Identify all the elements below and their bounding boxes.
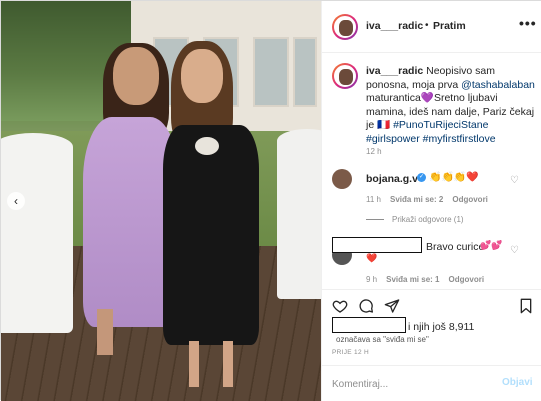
more-horizontal-icon[interactable]: •••: [519, 15, 537, 31]
reply-button[interactable]: Odgovori: [448, 275, 484, 284]
instagram-post-window: ‹ iva___radic • Pratim ••• iva___radic N…: [0, 0, 541, 401]
comment-emoji-text: 💕💕: [480, 240, 503, 250]
post-timestamp[interactable]: PRIJE 12 H: [332, 349, 369, 356]
post-comment-button[interactable]: Objavi: [502, 377, 533, 388]
comment-input[interactable]: [332, 376, 492, 392]
hashtag-link[interactable]: #girlspower: [366, 133, 420, 145]
likes-count-text[interactable]: i njih još 8,911: [408, 321, 474, 333]
comment-like-heart-icon[interactable]: ♡: [510, 245, 519, 256]
hashtag-link[interactable]: #PunoTuRijeciStane: [393, 119, 488, 131]
comment-like-count[interactable]: Sviđa mi se: 1: [386, 275, 439, 284]
reply-button[interactable]: Odgovori: [452, 195, 488, 204]
caption-timestamp[interactable]: 12 h: [366, 147, 382, 156]
purple-heart-emoji: 💜: [420, 92, 434, 104]
add-comment-bar: Objavi: [322, 365, 541, 401]
post-side-panel: iva___radic • Pratim ••• iva___radic Neo…: [321, 1, 541, 401]
avatar[interactable]: [332, 14, 358, 40]
comment-like-heart-icon[interactable]: ♡: [510, 175, 519, 186]
header-username[interactable]: iva___radic: [366, 20, 423, 32]
comment-meta: 9 h Sviđa mi se: 1 Odgovori: [366, 275, 493, 284]
comment-time[interactable]: 11 h: [366, 195, 381, 204]
comment-bubble-icon[interactable]: [358, 298, 374, 314]
comment-emoji-text: ❤️: [366, 253, 378, 263]
flag-emoji: 🇫🇷: [377, 119, 391, 131]
post-header: iva___radic • Pratim •••: [322, 1, 541, 53]
comment-username[interactable]: bojana.g.v: [366, 173, 418, 185]
caption-mention[interactable]: @tashabalaban: [461, 79, 535, 91]
comment-like-count[interactable]: Sviđa mi se: 2: [390, 195, 443, 204]
hashtag-link[interactable]: #myfirstfirstlove: [423, 133, 496, 145]
post-action-bar: [322, 289, 541, 319]
view-replies-button[interactable]: Prikaži odgovore (1): [366, 215, 464, 224]
redacted-username-box: [332, 237, 422, 253]
caption-username[interactable]: iva___radic: [366, 65, 423, 77]
commenter-avatar[interactable]: [332, 169, 352, 189]
share-paper-plane-icon[interactable]: [384, 298, 400, 314]
comment-emoji-text: 👏👏👏❤️: [429, 172, 479, 183]
comment-time[interactable]: 9 h: [366, 275, 377, 284]
view-replies-label: Prikaži odgovore (1): [392, 215, 464, 224]
photo-table-right: [277, 129, 321, 299]
carousel-prev-icon[interactable]: ‹: [7, 192, 25, 210]
photo-person-black-dress: [157, 41, 267, 391]
caption-avatar[interactable]: [332, 63, 358, 89]
comment-meta: 11 h Sviđa mi se: 2 Odgovori: [366, 195, 497, 204]
like-heart-icon[interactable]: [332, 298, 348, 314]
likes-summary[interactable]: i njih još 8,911 označava sa "sviđa mi s…: [322, 317, 541, 345]
verified-badge-icon: ✓: [417, 173, 426, 182]
header-separator: •: [425, 20, 429, 31]
caption-text: iva___radic Neopisivo sam ponosna, moja …: [366, 65, 536, 146]
photo-table-left: [1, 133, 73, 333]
redacted-liker-box: [332, 317, 406, 333]
post-photo[interactable]: ‹: [1, 1, 321, 401]
follow-button[interactable]: Pratim: [433, 20, 466, 32]
save-bookmark-icon[interactable]: [518, 298, 534, 314]
caption-text-part2: maturantica: [366, 92, 421, 104]
likes-subtext: označava sa "sviđa mi se": [336, 335, 429, 344]
comment-text: Bravo curice: [426, 241, 485, 253]
replies-divider: [366, 219, 384, 221]
